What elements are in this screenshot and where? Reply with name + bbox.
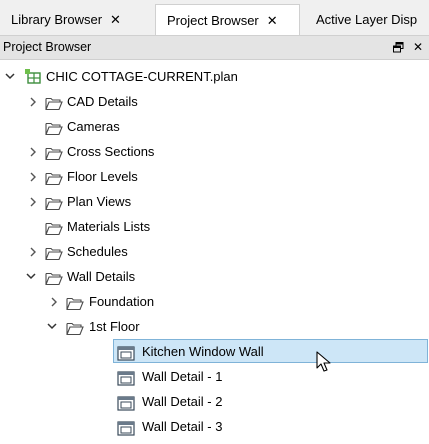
tree-item-label: Wall Detail - 3 (142, 419, 223, 434)
plan-file-icon (24, 68, 42, 84)
tree-item-schedules[interactable]: Schedules (0, 239, 429, 264)
chevron-right-icon[interactable] (27, 89, 39, 114)
tree-item-label: CAD Details (67, 94, 138, 109)
tree-item-wall-details[interactable]: Wall Details (0, 264, 429, 289)
wall-detail-view-icon (117, 369, 135, 386)
tree-item-wall-detail-2[interactable]: Wall Detail - 2 (0, 389, 429, 414)
folder-icon (45, 219, 63, 236)
folder-icon (45, 119, 63, 136)
tab-project-browser[interactable]: Project Browser ✕ (155, 4, 300, 35)
folder-icon (45, 144, 63, 161)
chevron-right-icon[interactable] (27, 239, 39, 264)
chevron-right-icon[interactable] (27, 164, 39, 189)
close-icon[interactable]: ✕ (267, 13, 278, 28)
mouse-pointer-icon (316, 351, 334, 373)
folder-icon (66, 294, 84, 311)
wall-detail-view-icon (117, 394, 135, 411)
tree-item-1st-floor[interactable]: 1st Floor (0, 314, 429, 339)
tree-item-plan-views[interactable]: Plan Views (0, 189, 429, 214)
tree-item-label: Kitchen Window Wall (142, 344, 264, 359)
panel-title: Project Browser (3, 40, 92, 54)
chevron-right-icon[interactable] (27, 139, 39, 164)
close-icon[interactable]: ✕ (110, 12, 121, 27)
panel-header: Project Browser ✕ (0, 36, 429, 60)
tab-label: Project Browser (167, 13, 259, 28)
tree-item-wall-detail-3[interactable]: Wall Detail - 3 (0, 414, 429, 439)
tab-bar: Library Browser ✕ Project Browser ✕ Active… (0, 0, 429, 36)
tree-item-foundation[interactable]: Foundation (0, 289, 429, 314)
tree-item-label: Wall Details (67, 269, 136, 284)
tree-item-label: Materials Lists (67, 219, 151, 234)
tree-root[interactable]: CHIC COTTAGE-CURRENT.plan (0, 64, 429, 89)
folder-icon (45, 169, 63, 186)
folder-icon (66, 319, 84, 336)
folder-icon (45, 94, 63, 111)
tree-item-label: Foundation (89, 294, 155, 309)
chevron-down-icon[interactable] (46, 314, 58, 339)
tree-item-label: Wall Detail - 1 (142, 369, 223, 384)
tree-item-label: 1st Floor (89, 319, 140, 334)
chevron-down-icon[interactable] (25, 264, 37, 289)
tree-item-label: Wall Detail - 2 (142, 394, 223, 409)
close-panel-icon[interactable]: ✕ (413, 36, 423, 59)
tree-item-label: Schedules (67, 244, 128, 259)
tree-root-label: CHIC COTTAGE-CURRENT.plan (46, 69, 238, 84)
tree-item-label: Cameras (67, 119, 120, 134)
tree-item-cameras[interactable]: Cameras (0, 114, 429, 139)
folder-icon (45, 269, 63, 286)
wall-detail-view-icon (117, 344, 135, 361)
tree-item-label: Cross Sections (67, 144, 155, 159)
folder-icon (45, 244, 63, 261)
tree-item-materials-lists[interactable]: Materials Lists (0, 214, 429, 239)
tree-item-label: Floor Levels (67, 169, 138, 184)
tab-library-browser[interactable]: Library Browser ✕ (0, 4, 150, 35)
tree-item-wall-detail-1[interactable]: Wall Detail - 1 (0, 364, 429, 389)
tree-item-cross-sections[interactable]: Cross Sections (0, 139, 429, 164)
tree-item-floor-levels[interactable]: Floor Levels (0, 164, 429, 189)
tab-label: Library Browser (11, 12, 103, 27)
chevron-right-icon[interactable] (48, 289, 60, 314)
chevron-right-icon[interactable] (27, 189, 39, 214)
tab-active-layer-display[interactable]: Active Layer Disp (305, 4, 429, 35)
float-window-icon[interactable] (393, 36, 404, 59)
tree-item-cad-details[interactable]: CAD Details (0, 89, 429, 114)
wall-detail-view-icon (117, 419, 135, 436)
tree-item-label: Plan Views (67, 194, 132, 209)
folder-icon (45, 194, 63, 211)
chevron-down-icon[interactable] (4, 64, 16, 89)
tab-label: Active Layer Disp (316, 12, 418, 27)
tree-item-kitchen-window-wall[interactable]: Kitchen Window Wall (0, 339, 429, 364)
